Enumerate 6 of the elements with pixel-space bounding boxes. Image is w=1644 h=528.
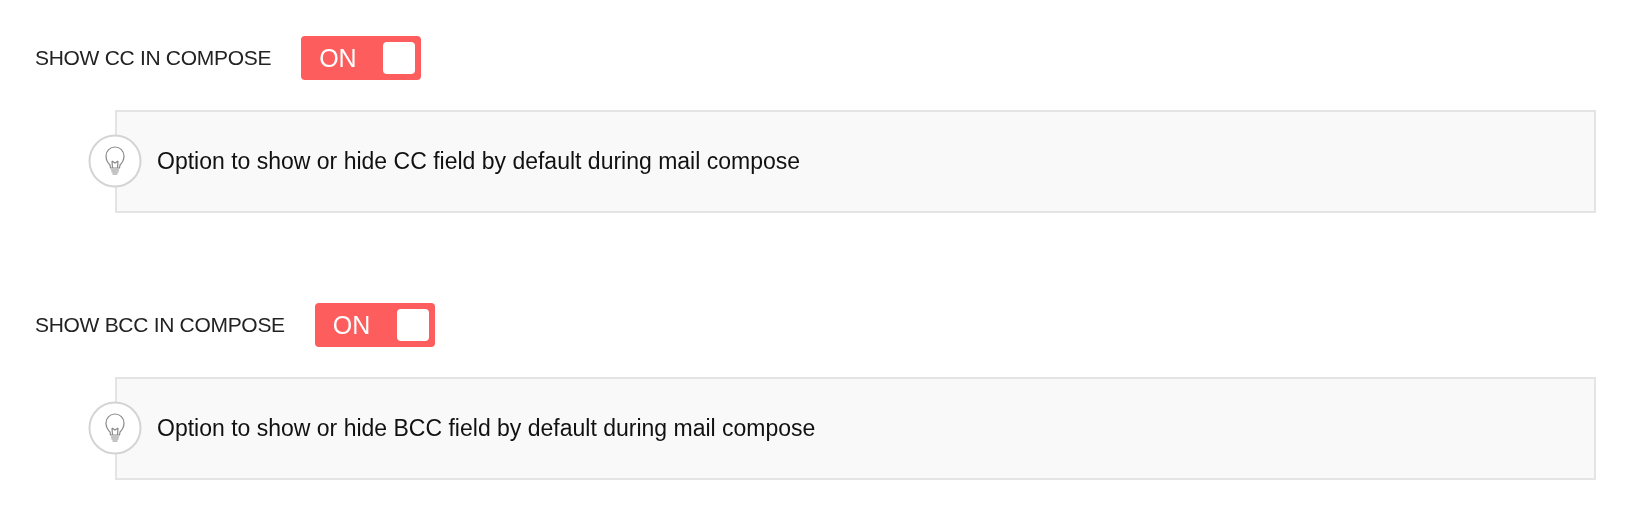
hint-text: Option to show or hide CC field by default during mail compose: [157, 148, 801, 175]
hint-text: Option to show or hide BCC field by default during mail compose: [157, 415, 816, 442]
toggle-switch[interactable]: ON: [301, 36, 422, 80]
setting-label: SHOW BCC IN COMPOSE: [35, 313, 285, 337]
toggle-switch[interactable]: ON: [314, 303, 435, 347]
setting-label: SHOW CC IN COMPOSE: [35, 46, 272, 70]
